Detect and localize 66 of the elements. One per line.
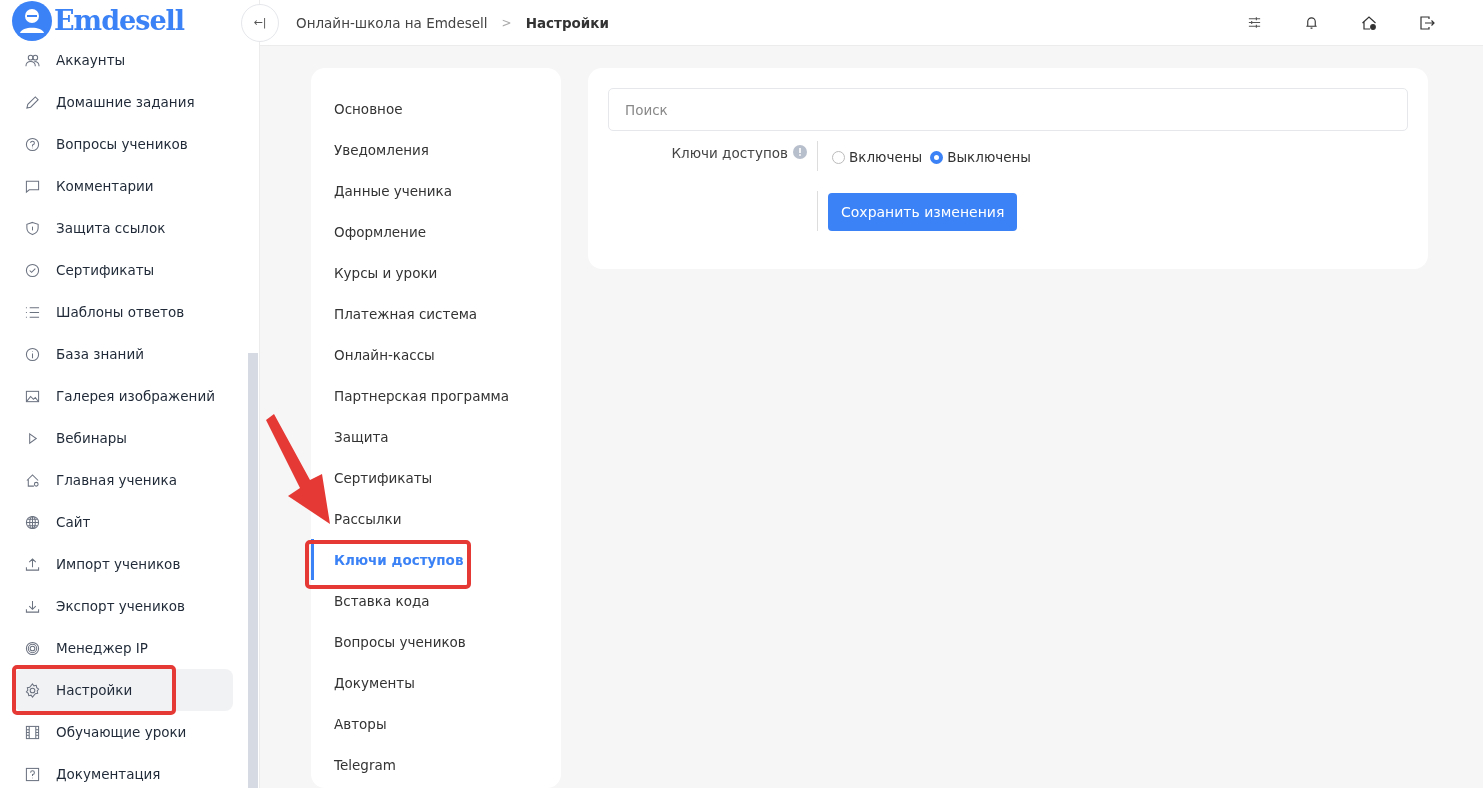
bell-icon[interactable]: [1304, 15, 1319, 30]
settings-menu-item[interactable]: Рассылки: [334, 510, 402, 527]
settings-menu-item[interactable]: Сертификаты: [334, 469, 433, 486]
settings-menu-item[interactable]: Вопросы учеников: [334, 633, 466, 650]
download-icon: [25, 598, 40, 614]
settings-icon: [25, 682, 40, 698]
sidebar-item[interactable]: Обучающие уроки: [14, 711, 233, 753]
list-icon: [25, 304, 40, 320]
breadcrumb: Настройки: [525, 14, 609, 31]
sidebar-item[interactable]: Главная ученика: [14, 459, 233, 501]
radio-option[interactable]: Выключены: [930, 143, 1032, 171]
scrollbar[interactable]: [248, 353, 258, 788]
settings-menu-item[interactable]: Защита: [334, 428, 389, 445]
home-icon: [25, 472, 40, 488]
image-icon: [25, 388, 40, 404]
sidebar-item[interactable]: Экспорт учеников: [14, 585, 233, 627]
settings-menu-item[interactable]: Авторы: [334, 715, 387, 732]
radio-option[interactable]: Включены: [832, 143, 923, 171]
sidebar-item[interactable]: Настройки: [14, 669, 233, 711]
users-icon: [25, 52, 40, 68]
sidebar-item[interactable]: Аккаунты: [14, 39, 233, 81]
settings-menu-item[interactable]: Партнерская программа: [334, 387, 510, 404]
sidebar-item[interactable]: Документация: [14, 753, 233, 788]
home-icon[interactable]: [1361, 14, 1377, 31]
settings-menu-item[interactable]: Уведомления: [334, 141, 429, 158]
sidebar-item[interactable]: Галерея изображений: [14, 375, 233, 417]
comment-icon: [25, 178, 40, 194]
settings-menu-item[interactable]: Документы: [334, 674, 415, 691]
sidebar-item[interactable]: Импорт учеников: [14, 543, 233, 585]
settings-menu-item[interactable]: Ключи доступов: [334, 551, 464, 568]
sidebar-item[interactable]: Сайт: [14, 501, 233, 543]
breadcrumb-separator: >: [501, 15, 512, 30]
info-icon: [25, 346, 40, 362]
search-field[interactable]: Поиск: [608, 88, 1408, 131]
sidebar-item[interactable]: Шаблоны ответов: [14, 291, 233, 333]
sidebar-item[interactable]: Комментарии: [14, 165, 233, 207]
sidebar-item[interactable]: Сертификаты: [14, 249, 233, 291]
settings-menu-item[interactable]: Курсы и уроки: [334, 264, 438, 281]
settings-menu-item[interactable]: Вставка кода: [334, 592, 430, 609]
sidebar-item[interactable]: Защита ссылок: [14, 207, 233, 249]
settings-menu-item[interactable]: Оформление: [334, 223, 427, 240]
help-icon: [25, 766, 40, 782]
logout-icon[interactable]: [1419, 14, 1435, 31]
sidebar-item[interactable]: Менеджер IP: [14, 627, 233, 669]
globe-icon: [25, 514, 40, 530]
settings-menu-item[interactable]: Telegram: [334, 756, 396, 773]
sidebar-item[interactable]: Вебинары: [14, 417, 233, 459]
question-icon: [25, 136, 40, 152]
settings-menu-item[interactable]: Онлайн-кассы: [334, 346, 435, 363]
logo-text: Emdesell: [54, 5, 185, 36]
settings-menu-item[interactable]: Данные ученика: [334, 182, 453, 199]
sidebar-item[interactable]: База знаний: [14, 333, 233, 375]
film-icon: [25, 724, 40, 740]
sidebar-item[interactable]: Вопросы учеников: [14, 123, 233, 165]
settings-menu-item[interactable]: Основное: [334, 100, 403, 117]
save-button[interactable]: Сохранить изменения: [828, 193, 1018, 231]
breadcrumb[interactable]: Онлайн-школа на Emdesell: [296, 14, 488, 31]
target-icon: [25, 640, 40, 656]
shield-icon: [25, 220, 40, 236]
sidebar-item[interactable]: Домашние задания: [14, 81, 233, 123]
check-circle-icon: [25, 262, 40, 278]
upload-icon: [25, 556, 40, 572]
setting-label: Ключи доступов: [671, 145, 788, 161]
settings-menu-item[interactable]: Платежная система: [334, 305, 478, 322]
sliders-icon[interactable]: [1247, 15, 1262, 30]
pencil-icon: [25, 94, 40, 110]
